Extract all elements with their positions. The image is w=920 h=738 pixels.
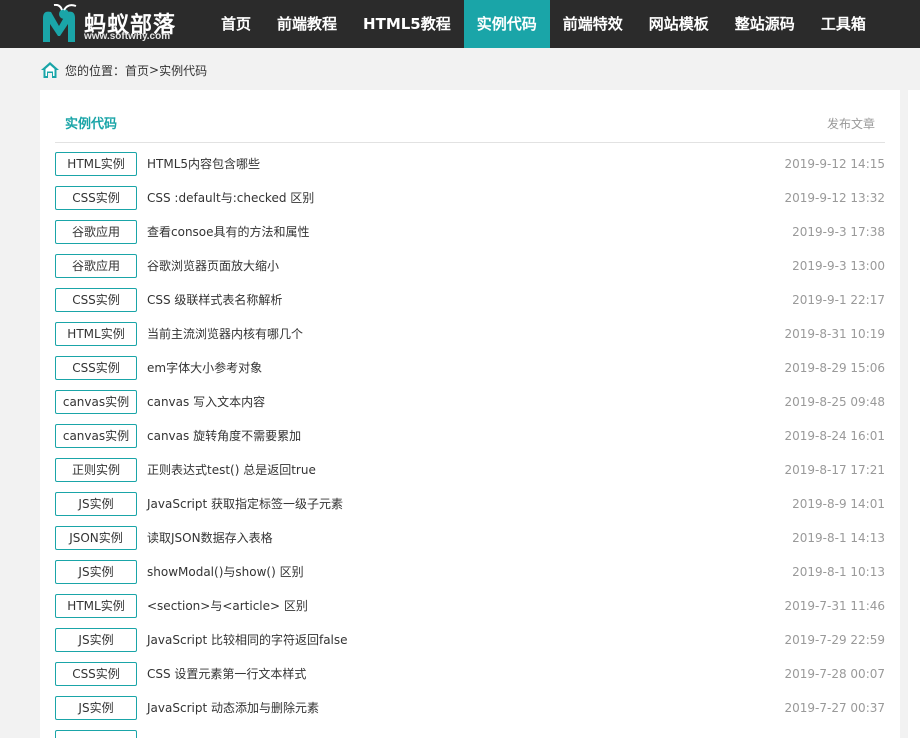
article-title-link[interactable]: JavaScript 动态添加与删除元素 bbox=[147, 696, 319, 720]
article-title-link[interactable]: 正则表达式test() 总是返回true bbox=[147, 458, 316, 482]
section-title: 实例代码 bbox=[65, 117, 118, 132]
home-icon bbox=[41, 62, 59, 78]
article-row: CSS实例 CSS 设置元素第一行文本样式 2019-7-28 00:07 bbox=[55, 662, 885, 696]
article-date: 2019-9-12 13:32 bbox=[784, 191, 886, 205]
sidebar-edge bbox=[908, 90, 920, 738]
article-row: JS实例 JavaScript 比较相同的字符返回false 2019-7-29 2… bbox=[55, 628, 885, 662]
category-tag[interactable]: JS实例 bbox=[55, 560, 137, 584]
main-nav: 首页 前端教程 HTML5教程 实例代码 前端特效 网站模板 整站源码 工具箱 bbox=[208, 0, 879, 48]
article-date: 2019-8-24 16:01 bbox=[784, 429, 886, 443]
category-tag[interactable]: HTML实例 bbox=[55, 152, 137, 176]
article-row: HTML实例 HTML5内容包含哪些 2019-9-12 14:15 bbox=[55, 152, 885, 186]
category-tag[interactable]: JS实例 bbox=[55, 696, 137, 720]
nav-item-website-templates[interactable]: 网站模板 bbox=[636, 0, 722, 48]
category-tag[interactable]: CSS实例 bbox=[55, 662, 137, 686]
category-tag[interactable]: JS实例 bbox=[55, 492, 137, 516]
article-date: 2019-9-3 13:00 bbox=[792, 259, 885, 273]
article-row: CSS实例 em字体大小参考对象 2019-8-29 15:06 bbox=[55, 356, 885, 390]
article-title-link[interactable]: 读取JSON数据存入表格 bbox=[147, 526, 273, 550]
article-title-link[interactable]: em字体大小参考对象 bbox=[147, 356, 262, 380]
article-date: 2019-8-29 15:06 bbox=[784, 361, 886, 375]
category-tag[interactable]: canvas实例 bbox=[55, 424, 137, 448]
category-tag[interactable]: CSS实例 bbox=[55, 186, 137, 210]
article-date: 2019-7-27 00:37 bbox=[784, 701, 886, 715]
article-title-link[interactable]: JavaScript 获取指定标签一级子元素 bbox=[147, 492, 343, 516]
category-tag[interactable]: HTML实例 bbox=[55, 594, 137, 618]
article-row: HTML实例 <section>与<article> 区别 2019-7-31 11… bbox=[55, 594, 885, 628]
article-title-link[interactable]: 谷歌浏览器页面放大缩小 bbox=[147, 254, 279, 278]
article-list-panel: 实例代码 发布文章 HTML实例 HTML5内容包含哪些 2019-9-12 14:… bbox=[40, 90, 900, 738]
nav-item-example-code[interactable]: 实例代码 bbox=[463, 0, 550, 48]
article-row: JS实例 JavaScript 动态添加与删除元素 2019-7-27 00:37 bbox=[55, 696, 885, 730]
article-title-link[interactable]: 当前主流浏览器内核有哪几个 bbox=[147, 322, 303, 346]
article-date: 2019-8-1 14:13 bbox=[792, 531, 885, 545]
site-logo[interactable]: 蚂蚁部落 www.softwhy.com bbox=[38, 4, 198, 44]
article-row: HTML实例 当前主流浏览器内核有哪几个 2019-8-31 10:19 bbox=[55, 322, 885, 356]
article-row: 谷歌应用 谷歌浏览器页面放大缩小 2019-9-3 13:00 bbox=[55, 254, 885, 288]
article-date: 2019-9-3 17:38 bbox=[792, 225, 885, 239]
article-row: JS实例 JavaScript 获取指定标签一级子元素 2019-8-9 14:01 bbox=[55, 492, 885, 526]
post-article-link[interactable]: 发布文章 bbox=[827, 115, 875, 132]
article-row: 正则实例 正则表达式test() 总是返回true 2019-8-17 17:21 bbox=[55, 458, 885, 492]
top-header: 蚂蚁部落 www.softwhy.com 首页 前端教程 HTML5教程 实例代… bbox=[0, 0, 920, 48]
nav-item-frontend-tutorials[interactable]: 前端教程 bbox=[264, 0, 350, 48]
article-title-link[interactable]: CSS 级联样式表名称解析 bbox=[147, 288, 282, 312]
site-url: www.softwhy.com bbox=[84, 31, 171, 42]
category-tag[interactable]: CSS实例 bbox=[55, 288, 137, 312]
category-tag[interactable]: HTML实例 bbox=[55, 322, 137, 346]
article-title-link[interactable]: showModal()与show() 区别 bbox=[147, 560, 304, 584]
category-tag[interactable]: 谷歌应用 bbox=[55, 220, 137, 244]
article-title-link[interactable]: canvas 旋转角度不需要累加 bbox=[147, 424, 301, 448]
article-row: CSS实例 CSS 级联样式表名称解析 2019-9-1 22:17 bbox=[55, 288, 885, 322]
article-title-link[interactable]: HTML5内容包含哪些 bbox=[147, 152, 260, 176]
article-title-link[interactable]: <section>与<article> 区别 bbox=[147, 594, 308, 618]
article-date: 2019-8-31 10:19 bbox=[784, 327, 886, 341]
article-title-link[interactable]: JavaScript 比较相同的字符返回false bbox=[147, 628, 348, 652]
article-date: 2019-8-1 10:13 bbox=[792, 565, 885, 579]
category-tag[interactable]: JSON实例 bbox=[55, 526, 137, 550]
breadcrumb-home-link[interactable]: 首页 bbox=[125, 62, 149, 79]
article-date: 2019-9-12 14:15 bbox=[784, 157, 886, 171]
category-tag[interactable]: JS实例 bbox=[55, 628, 137, 652]
category-tag[interactable]: canvas实例 bbox=[55, 390, 137, 414]
breadcrumb-current-link[interactable]: 实例代码 bbox=[159, 62, 207, 79]
article-date: 2019-7-31 11:46 bbox=[784, 599, 886, 613]
article-date: 2019-8-17 17:21 bbox=[784, 463, 886, 477]
article-date: 2019-8-9 14:01 bbox=[792, 497, 885, 511]
ant-logo-icon bbox=[43, 4, 77, 42]
nav-item-html5-tutorials[interactable]: HTML5教程 bbox=[350, 0, 464, 48]
article-date: 2019-8-25 09:48 bbox=[784, 395, 886, 409]
breadcrumb: 您的位置： 首页 > 实例代码 bbox=[40, 60, 207, 80]
article-date: 2019-9-1 22:17 bbox=[792, 293, 885, 307]
article-row: canvas实例 canvas 写入文本内容 2019-8-25 09:48 bbox=[55, 390, 885, 424]
category-tag[interactable]: 谷歌应用 bbox=[55, 254, 137, 278]
article-row: JSON实例 读取JSON数据存入表格 2019-8-1 14:13 bbox=[55, 526, 885, 560]
article-row bbox=[55, 730, 885, 738]
article-title-link[interactable]: CSS :default与:checked 区别 bbox=[147, 186, 314, 210]
nav-item-toolbox[interactable]: 工具箱 bbox=[808, 0, 879, 48]
article-date: 2019-7-29 22:59 bbox=[784, 633, 886, 647]
article-row: canvas实例 canvas 旋转角度不需要累加 2019-8-24 16:01 bbox=[55, 424, 885, 458]
nav-item-home[interactable]: 首页 bbox=[208, 0, 264, 48]
breadcrumb-prefix: 您的位置： bbox=[65, 63, 126, 78]
panel-header: 实例代码 发布文章 bbox=[55, 90, 885, 143]
article-row: JS实例 showModal()与show() 区别 2019-8-1 10:13 bbox=[55, 560, 885, 594]
article-title-link[interactable]: 查看consoe具有的方法和属性 bbox=[147, 220, 310, 244]
article-title-link[interactable]: CSS 设置元素第一行文本样式 bbox=[147, 662, 306, 686]
article-row: CSS实例 CSS :default与:checked 区别 2019-9-12 1… bbox=[55, 186, 885, 220]
nav-item-frontend-effects[interactable]: 前端特效 bbox=[550, 0, 636, 48]
breadcrumb-separator: > bbox=[149, 63, 160, 77]
category-tag[interactable]: CSS实例 bbox=[55, 356, 137, 380]
category-tag[interactable]: 正则实例 bbox=[55, 458, 137, 482]
category-tag[interactable] bbox=[55, 730, 137, 738]
article-list: HTML实例 HTML5内容包含哪些 2019-9-12 14:15 CSS实例 CSS… bbox=[55, 152, 885, 738]
article-date: 2019-7-28 00:07 bbox=[784, 667, 886, 681]
article-title-link[interactable]: canvas 写入文本内容 bbox=[147, 390, 265, 414]
nav-item-site-source[interactable]: 整站源码 bbox=[722, 0, 808, 48]
article-row: 谷歌应用 查看consoe具有的方法和属性 2019-9-3 17:38 bbox=[55, 220, 885, 254]
